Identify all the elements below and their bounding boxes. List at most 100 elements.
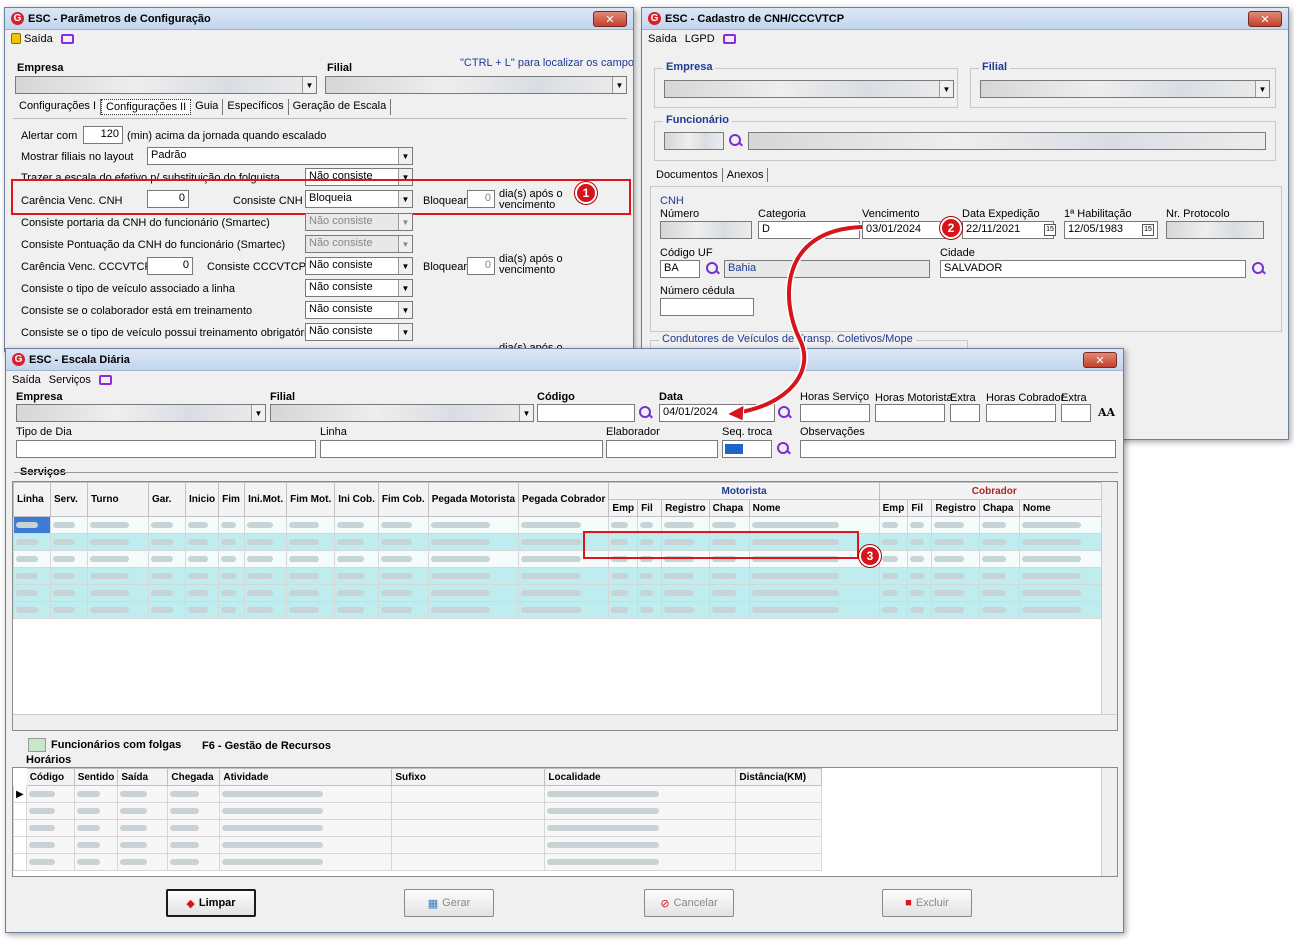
search-icon[interactable] (706, 262, 720, 276)
bloquear2-dias-input[interactable]: 0 (467, 257, 495, 275)
treinamento-obrig-select[interactable]: Não consiste ▼ (305, 323, 413, 341)
table-row[interactable] (13, 584, 1110, 602)
col-localidade[interactable]: Localidade (544, 768, 737, 786)
pontuacao-select[interactable]: Não consiste ▼ (305, 235, 413, 253)
tab-especificos[interactable]: Específicos (223, 99, 289, 115)
empresa-select[interactable]: ▼ (664, 80, 954, 98)
search-icon[interactable] (777, 442, 791, 456)
empresa-select[interactable]: ▼ (16, 404, 266, 422)
tab-geracao[interactable]: Geração de Escala (289, 99, 392, 115)
mostrar-filiais-select[interactable]: Padrão ▼ (147, 147, 413, 165)
col-serv[interactable]: Serv. (50, 482, 88, 517)
col-cob-emp[interactable]: Emp (878, 499, 909, 517)
table-row[interactable] (13, 836, 823, 854)
search-icon[interactable] (729, 134, 743, 148)
horizontal-scrollbar[interactable] (13, 714, 1117, 730)
filial-select[interactable]: ▼ (270, 404, 534, 422)
col-fim-cob[interactable]: Fim Cob. (377, 482, 429, 517)
col-pegada-cobrador[interactable]: Pegada Cobrador (518, 482, 610, 517)
font-size-icon[interactable]: AA (1098, 406, 1115, 419)
codigo-input[interactable] (537, 404, 635, 422)
col-fim[interactable]: Fim (218, 482, 246, 517)
search-icon[interactable] (778, 406, 792, 420)
menu-exit[interactable]: Saída (12, 374, 41, 386)
table-row[interactable] (13, 853, 823, 871)
calendar-icon[interactable]: 15 (1142, 224, 1154, 236)
col-mot-registro[interactable]: Registro (661, 499, 710, 517)
col-sentido[interactable]: Sentido (73, 768, 119, 786)
monitor-icon[interactable] (722, 34, 736, 44)
data-input[interactable]: 04/01/2024 (659, 404, 775, 422)
col-turno[interactable]: Turno (87, 482, 149, 517)
col-codigo[interactable]: Código (25, 768, 75, 786)
col-atividade[interactable]: Atividade (219, 768, 393, 786)
table-row[interactable] (13, 533, 1110, 551)
menu-exit[interactable]: Saída (11, 33, 53, 45)
monitor-icon[interactable] (60, 34, 74, 44)
col-sufixo[interactable]: Sufixo (391, 768, 546, 786)
portaria-select[interactable]: Não consiste ▼ (305, 213, 413, 231)
table-row[interactable] (13, 567, 1110, 585)
close-icon[interactable]: ✕ (593, 11, 627, 27)
seq-troca-input[interactable] (722, 440, 772, 458)
filial-select[interactable]: ▼ (980, 80, 1270, 98)
menu-lgpd[interactable]: LGPD (685, 33, 715, 45)
uf-input[interactable]: BA (660, 260, 700, 278)
numero-input[interactable] (660, 221, 752, 239)
protocolo-input[interactable] (1166, 221, 1264, 239)
col-cob-fil[interactable]: Fil (907, 499, 933, 517)
cancelar-button[interactable]: ⊘ Cancelar (644, 889, 734, 917)
col-cob-nome[interactable]: Nome (1018, 499, 1110, 517)
search-icon[interactable] (1252, 262, 1266, 276)
close-icon[interactable]: ✕ (1083, 352, 1117, 368)
categoria-input[interactable]: D (758, 221, 860, 239)
col-mot-fil[interactable]: Fil (637, 499, 663, 517)
cedula-input[interactable] (660, 298, 754, 316)
col-mot-chapa[interactable]: Chapa (708, 499, 750, 517)
col-linha[interactable]: Linha (13, 482, 51, 517)
carencia-ccc-input[interactable]: 0 (147, 257, 193, 275)
col-distancia[interactable]: Distância(KM) (735, 768, 823, 786)
expedicao-input[interactable]: 22/11/2021 (962, 221, 1054, 239)
filial-select[interactable]: ▼ (325, 76, 627, 94)
col-saida[interactable]: Saída (117, 768, 169, 786)
funcionario-code-input[interactable] (664, 132, 724, 150)
limpar-button[interactable]: ◆ Limpar (166, 889, 256, 917)
search-icon[interactable] (639, 406, 653, 420)
monitor-icon[interactable] (98, 375, 112, 385)
col-ini-cob[interactable]: Ini Cob. (334, 482, 379, 517)
consiste-ccc-select[interactable]: Não consiste ▼ (305, 257, 413, 275)
col-ini-mot[interactable]: Ini.Mot. (244, 482, 288, 517)
tab-guia[interactable]: Guia (191, 99, 224, 115)
col-fim-mot[interactable]: Fim Mot. (286, 482, 336, 517)
menu-services[interactable]: Serviços (49, 374, 91, 386)
col-mot-emp[interactable]: Emp (608, 499, 639, 517)
col-cob-chapa[interactable]: Chapa (978, 499, 1020, 517)
table-row[interactable] (13, 516, 1110, 534)
excluir-button[interactable]: ■ Excluir (882, 889, 972, 917)
treinamento-select[interactable]: Não consiste ▼ (305, 301, 413, 319)
table-row[interactable] (13, 601, 1110, 619)
calendar-icon[interactable]: 15 (1044, 224, 1056, 236)
gerar-button[interactable]: ▦ Gerar (404, 889, 494, 917)
empresa-select[interactable]: ▼ (15, 76, 317, 94)
table-row[interactable]: ▶ (13, 785, 823, 803)
table-row[interactable] (13, 819, 823, 837)
vertical-scrollbar[interactable] (1101, 482, 1117, 730)
col-mot-nome[interactable]: Nome (748, 499, 880, 517)
col-chegada[interactable]: Chegada (167, 768, 221, 786)
table-row[interactable] (13, 550, 1110, 568)
menu-exit[interactable]: Saída (648, 33, 677, 45)
cidade-input[interactable]: SALVADOR (940, 260, 1246, 278)
tab-config-2[interactable]: Configurações II (101, 99, 192, 115)
tab-documentos[interactable]: Documentos (652, 168, 723, 182)
tab-anexos[interactable]: Anexos (723, 168, 769, 182)
tab-config-1[interactable]: Configurações I (15, 99, 102, 115)
col-pegada-motorista[interactable]: Pegada Motorista (427, 482, 520, 517)
col-inicio[interactable]: Inicio (184, 482, 220, 517)
col-gar[interactable]: Gar. (148, 482, 186, 517)
table-row[interactable] (13, 802, 823, 820)
vertical-scrollbar[interactable] (1101, 768, 1117, 876)
col-cob-registro[interactable]: Registro (931, 499, 980, 517)
alert-minutes-input[interactable]: 120 (83, 126, 123, 144)
